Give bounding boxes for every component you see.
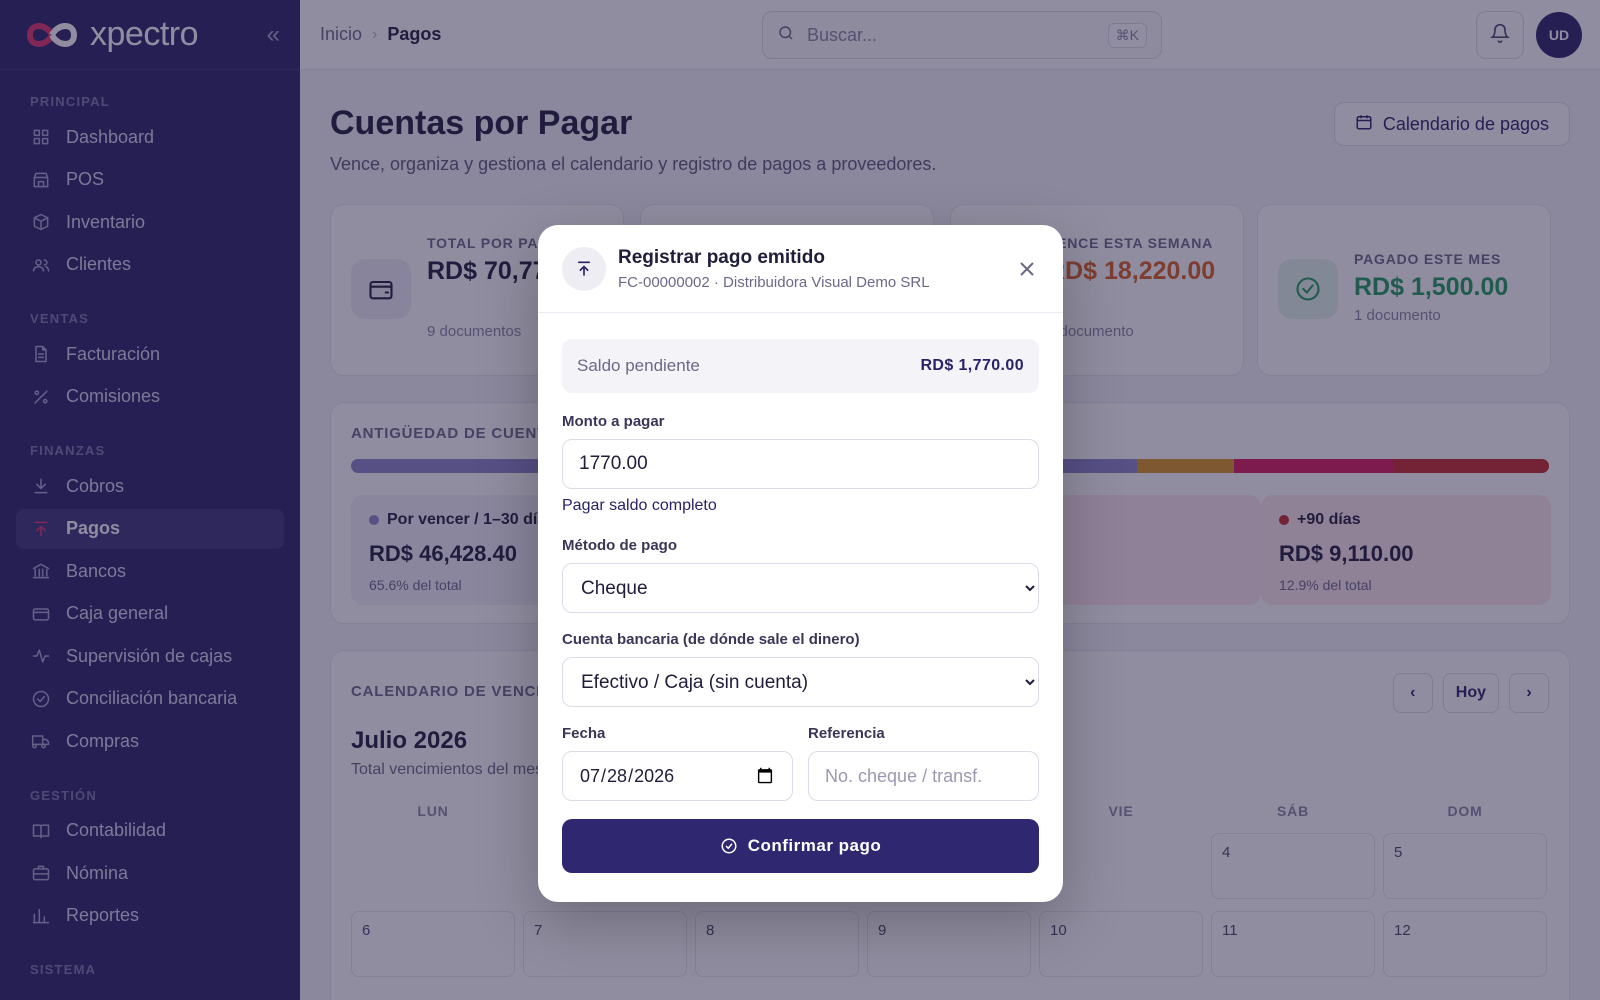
bank-account-select[interactable]: Efectivo / Caja (sin cuenta) — [562, 657, 1039, 707]
balance-box: Saldo pendiente RD$ 1,770.00 — [562, 339, 1039, 393]
balance-label: Saldo pendiente — [577, 356, 700, 375]
date-field-group: Fecha — [562, 725, 793, 801]
reference-field-group: Referencia — [808, 725, 1039, 801]
modal-body: Saldo pendiente RD$ 1,770.00 Monto a pag… — [562, 339, 1039, 873]
payment-method-label: Método de pago — [562, 537, 677, 554]
modal-header: Registrar pago emitido FC-00000002 · Dis… — [538, 225, 1063, 313]
balance-value: RD$ 1,770.00 — [920, 357, 1024, 374]
date-reference-row: Fecha Referencia — [562, 725, 1039, 801]
confirm-payment-label: Confirmar pago — [747, 836, 882, 855]
reference-input[interactable] — [808, 751, 1039, 801]
bank-account-label: Cuenta bancaria (de dónde sale el dinero… — [562, 631, 860, 648]
register-payment-modal: Registrar pago emitido FC-00000002 · Dis… — [538, 225, 1063, 902]
pay-full-balance-link[interactable]: Pagar saldo completo — [562, 497, 1039, 515]
close-icon[interactable] — [1015, 257, 1039, 281]
amount-label: Monto a pagar — [562, 413, 665, 430]
payment-method-select[interactable]: Cheque — [562, 563, 1039, 613]
amount-input[interactable] — [562, 439, 1039, 489]
date-label: Fecha — [562, 725, 606, 742]
date-input[interactable] — [562, 751, 793, 801]
modal-subtitle: FC-00000002 · Distribuidora Visual Demo … — [618, 274, 930, 291]
reference-label: Referencia — [808, 725, 885, 742]
upload-icon — [562, 247, 606, 291]
check-circle-icon — [720, 837, 738, 855]
confirm-payment-button[interactable]: Confirmar pago — [562, 819, 1039, 873]
modal-title: Registrar pago emitido — [618, 247, 825, 268]
